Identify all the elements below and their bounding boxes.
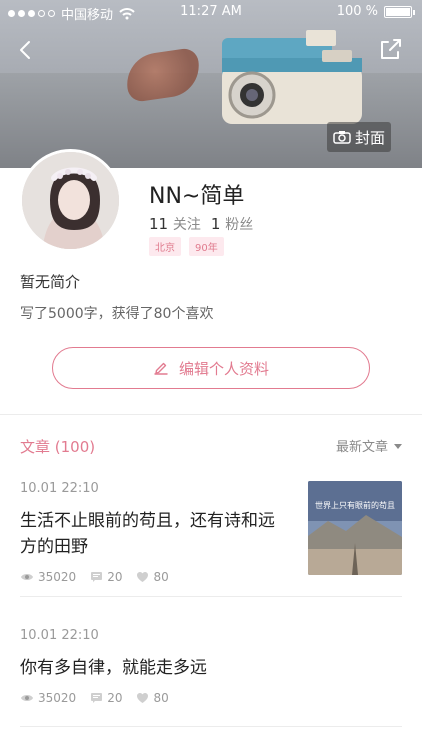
views-stat: 35020 — [20, 570, 76, 584]
profile-stats: 11 关注 1 粉丝 — [149, 214, 253, 234]
article-card[interactable]: 10.01 22:10 你有多自律，就能走多远 35020 20 80 — [20, 628, 402, 708]
comment-icon — [91, 693, 103, 703]
comments-stat: 20 — [90, 691, 122, 705]
edit-profile-label: 编辑个人资料 — [178, 359, 269, 378]
likes-count: 80 — [153, 570, 169, 584]
comment-icon — [91, 572, 103, 582]
status-right: 100 % — [336, 4, 415, 19]
follow-stat[interactable]: 11 关注 — [149, 214, 201, 234]
avatar-portrait — [22, 152, 119, 249]
article-meta: 35020 20 80 — [20, 691, 402, 705]
camera-icon — [333, 131, 351, 144]
profile-summary: 写了5000字，获得了80个喜欢 — [20, 306, 214, 322]
pencil-icon — [154, 362, 168, 375]
thumbnail-caption: 世界上只有眼前的苟且 — [315, 501, 395, 510]
article-title: 你有多自律，就能走多远 — [20, 658, 207, 678]
comments-count: 20 — [107, 570, 123, 584]
battery-icon — [384, 5, 415, 18]
back-icon[interactable] — [14, 38, 38, 62]
likes-stat: 80 — [136, 691, 169, 705]
tag-age: 90年 — [189, 237, 224, 256]
chevron-down-icon — [394, 443, 402, 449]
article-separator — [20, 596, 402, 597]
section-divider — [0, 414, 422, 415]
articles-tab[interactable]: 文章 (100) — [20, 436, 95, 457]
cover-header: 中国移动 11:27 AM 100 % 封面 — [0, 0, 422, 168]
eye-icon — [21, 574, 33, 580]
avatar[interactable] — [19, 149, 122, 252]
fans-label: 粉丝 — [225, 217, 254, 233]
likes-count: 80 — [153, 691, 169, 705]
article-separator — [20, 726, 402, 727]
article-title: 生活不止眼前的苟且，还有诗和远方的田野 — [20, 511, 275, 557]
follow-count: 11 — [149, 215, 169, 233]
article-thumbnail[interactable]: 世界上只有眼前的苟且 — [308, 481, 402, 575]
eye-icon — [21, 695, 33, 701]
sort-dropdown[interactable]: 最新文章 — [336, 436, 402, 455]
comments-stat: 20 — [90, 570, 122, 584]
heart-icon — [137, 693, 149, 703]
cover-button-label: 封面 — [354, 128, 385, 147]
cover-button[interactable]: 封面 — [327, 122, 391, 152]
comments-count: 20 — [107, 691, 123, 705]
likes-stat: 80 — [136, 570, 169, 584]
article-card[interactable]: 10.01 22:10 生活不止眼前的苟且，还有诗和远方的田野 35020 20… — [20, 481, 402, 593]
battery-percent: 100 % — [336, 4, 378, 19]
views-stat: 35020 — [20, 691, 76, 705]
heart-icon — [137, 572, 149, 582]
edit-profile-button[interactable]: 编辑个人资料 — [52, 347, 370, 389]
sort-label: 最新文章 — [335, 440, 388, 455]
tag-location: 北京 — [149, 237, 181, 256]
profile-name: NN~简单 — [149, 184, 245, 209]
views-count: 35020 — [38, 691, 77, 705]
status-bar: 中国移动 11:27 AM 100 % — [0, 0, 422, 24]
share-icon[interactable] — [378, 36, 404, 62]
profile-tags: 北京 90年 — [149, 237, 224, 256]
thumbnail-image — [308, 481, 402, 575]
profile-bio: 暂无简介 — [20, 273, 81, 291]
article-date: 10.01 22:10 — [20, 628, 99, 643]
fans-stat[interactable]: 1 粉丝 — [211, 214, 253, 234]
follow-label: 关注 — [172, 217, 201, 233]
fans-count: 1 — [210, 215, 221, 233]
views-count: 35020 — [38, 570, 77, 584]
